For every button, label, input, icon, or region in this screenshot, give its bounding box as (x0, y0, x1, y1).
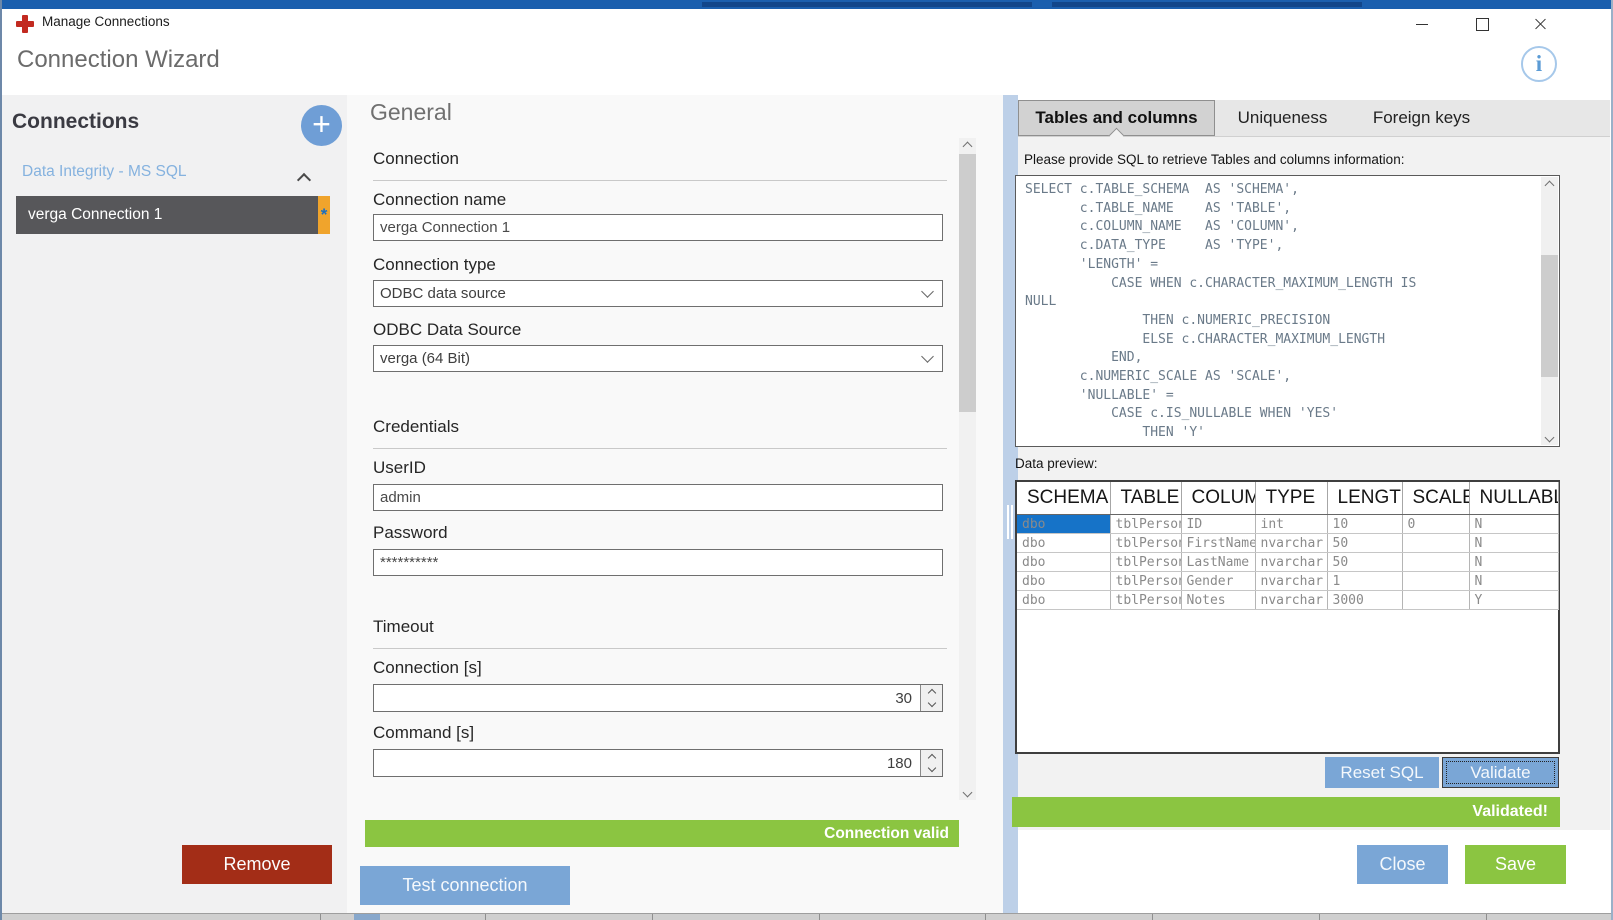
validation-status-bar: Validated! (1012, 797, 1560, 827)
column-header[interactable]: TYPE (1255, 482, 1327, 515)
table-row[interactable]: dbo tblPerson Gender nvarchar 1 N (1017, 572, 1558, 591)
connection-type-label: Connection type (373, 255, 496, 275)
table-cell-selected[interactable]: dbo (1017, 515, 1110, 534)
window-title: Manage Connections (42, 14, 170, 29)
connection-item-label: verga Connection 1 (16, 206, 162, 224)
section-credentials: Credentials (373, 417, 947, 449)
column-header[interactable]: COLUMN (1181, 482, 1255, 515)
password-label: Password (373, 523, 448, 543)
form-scrollbar[interactable] (959, 138, 976, 800)
background-window-strip (2, 0, 1613, 9)
column-header[interactable]: LENGTH (1327, 482, 1402, 515)
remove-button[interactable]: Remove (182, 845, 332, 884)
column-header[interactable]: NULLABLE (1469, 482, 1558, 515)
tab-tables-and-columns[interactable]: Tables and columns (1018, 100, 1215, 136)
background-ghost-text (1052, 2, 1362, 7)
page-title: Connection Wizard (17, 46, 220, 74)
tab-foreign-keys[interactable]: Foreign keys (1350, 100, 1493, 136)
close-button[interactable]: Close (1357, 845, 1448, 884)
background-window-strip (2, 913, 1613, 920)
spinner (920, 685, 942, 711)
tab-uniqueness[interactable]: Uniqueness (1216, 100, 1349, 136)
maximize-button[interactable] (1460, 9, 1504, 39)
table-row[interactable]: dbo tblPerson ID int 10 0 N (1017, 515, 1558, 534)
splitter-grip (1011, 505, 1013, 539)
sql-prompt-label: Please provide SQL to retrieve Tables an… (1024, 152, 1404, 167)
column-header[interactable]: SCHEMA (1017, 482, 1110, 515)
section-connection: Connection (373, 149, 947, 181)
connection-group-label[interactable]: Data Integrity - MS SQL (22, 163, 187, 181)
collapse-group-icon[interactable] (299, 172, 309, 190)
table-header-row: SCHEMA TABLE COLUMN TYPE LENGTH SCALE NU… (1017, 482, 1558, 515)
test-connection-button[interactable]: Test connection (360, 866, 570, 905)
scrollbar-thumb[interactable] (959, 154, 976, 412)
command-timeout-input[interactable] (374, 750, 920, 776)
data-preview-label: Data preview: (1015, 456, 1098, 471)
validate-button[interactable]: Validate (1442, 757, 1559, 788)
sql-scrollbar[interactable] (1541, 177, 1558, 445)
column-header[interactable]: SCALE (1402, 482, 1469, 515)
spinner-up-icon[interactable] (921, 685, 942, 698)
scroll-up-icon[interactable] (959, 138, 976, 154)
command-timeout-label: Command [s] (373, 723, 474, 743)
connection-name-label: Connection name (373, 190, 506, 210)
add-connection-button[interactable]: + (301, 105, 342, 146)
connection-status-bar: Connection valid (365, 820, 959, 847)
minimize-button[interactable] (1400, 9, 1444, 39)
password-input[interactable] (373, 549, 943, 576)
spinner-down-icon[interactable] (921, 698, 942, 711)
connection-timeout-stepper (373, 684, 943, 712)
section-timeout: Timeout (373, 617, 947, 649)
chevron-down-icon (921, 350, 934, 363)
spinner-up-icon[interactable] (921, 750, 942, 763)
table-row[interactable]: dbo tblPerson Notes nvarchar 3000 Y (1017, 591, 1558, 610)
spinner-down-icon[interactable] (921, 763, 942, 776)
close-icon (1533, 17, 1547, 31)
close-window-button[interactable] (1518, 9, 1562, 39)
scroll-up-icon[interactable] (1541, 177, 1558, 193)
save-button[interactable]: Save (1465, 845, 1566, 884)
manage-connections-dialog: Manage Connections Connection Wizard i C… (0, 0, 1613, 920)
connection-type-select[interactable]: ODBC data source (373, 280, 943, 307)
sidebar-item-connection[interactable]: verga Connection 1 (16, 196, 318, 234)
sidebar-title: Connections (12, 110, 139, 134)
tab-bar: Tables and columns Uniqueness Foreign ke… (1018, 100, 1610, 137)
spinner (920, 750, 942, 776)
chevron-down-icon (921, 285, 934, 298)
scrollbar-thumb[interactable] (1541, 255, 1558, 377)
app-cross-icon (16, 15, 34, 33)
minimize-icon (1416, 24, 1428, 25)
splitter-grip (1007, 505, 1009, 539)
reset-sql-button[interactable]: Reset SQL (1325, 757, 1439, 788)
scroll-down-icon[interactable] (959, 784, 976, 800)
sql-text[interactable]: SELECT c.TABLE_SCHEMA AS 'SCHEMA', c.TAB… (1025, 181, 1539, 444)
table-row[interactable]: dbo tblPerson FirstName nvarchar 50 N (1017, 534, 1558, 553)
command-timeout-stepper (373, 749, 943, 777)
sql-editor[interactable]: SELECT c.TABLE_SCHEMA AS 'SCHEMA', c.TAB… (1015, 175, 1560, 447)
info-icon[interactable]: i (1521, 46, 1557, 82)
userid-label: UserID (373, 458, 426, 478)
background-segment (354, 914, 380, 920)
modified-marker-badge: * (318, 196, 330, 234)
connection-timeout-input[interactable] (374, 685, 920, 711)
form-title: General (370, 99, 452, 126)
connection-name-input[interactable] (373, 214, 943, 241)
table-row[interactable]: dbo tblPerson LastName nvarchar 50 N (1017, 553, 1558, 572)
column-header[interactable]: TABLE (1110, 482, 1181, 515)
odbc-source-label: ODBC Data Source (373, 320, 521, 340)
data-preview-table: SCHEMA TABLE COLUMN TYPE LENGTH SCALE NU… (1015, 480, 1560, 754)
userid-input[interactable] (373, 484, 943, 511)
connection-timeout-label: Connection [s] (373, 658, 482, 678)
maximize-icon (1476, 18, 1489, 31)
background-ghost-text (702, 2, 1032, 7)
odbc-source-select[interactable]: verga (64 Bit) (373, 345, 943, 372)
scroll-down-icon[interactable] (1541, 429, 1558, 445)
